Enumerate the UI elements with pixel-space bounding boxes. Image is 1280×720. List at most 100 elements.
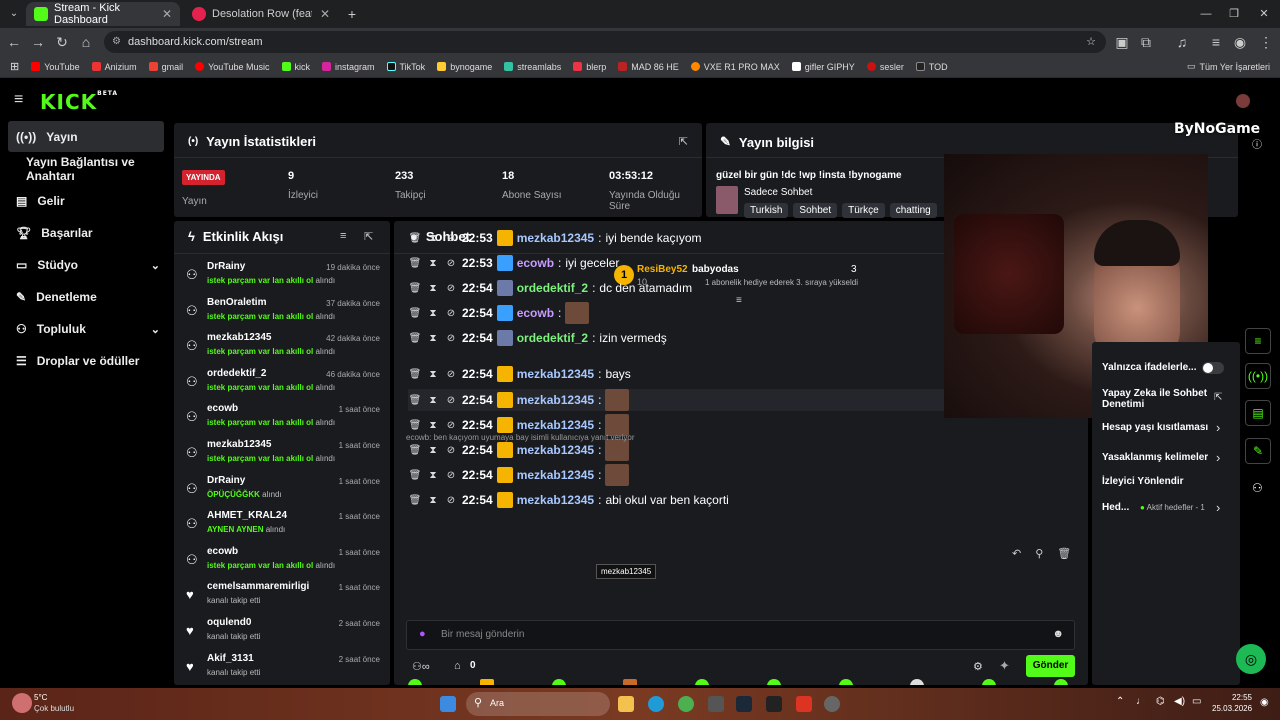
bookmark-bynogame[interactable]: bynogame bbox=[437, 62, 492, 72]
media-icon[interactable]: ♫ bbox=[1172, 32, 1192, 52]
tab-youtube-music[interactable]: Desolation Row (feat. Les D ✕ bbox=[184, 2, 338, 26]
chat-message[interactable]: 🗑︎ ⧗ ⊘ 22:54 mezkab12345: bbox=[408, 439, 1088, 461]
delete-message-icon[interactable]: 🗑︎ bbox=[408, 283, 422, 294]
tab-search-icon[interactable]: ⌄ bbox=[4, 4, 24, 24]
activity-item[interactable]: ♥ Akif_3131 kanalı takip etti 2 saat önce bbox=[174, 651, 390, 685]
emote-icon[interactable] bbox=[551, 679, 566, 685]
trash-icon[interactable]: 🗑︎ bbox=[1057, 547, 1071, 560]
timeout-icon[interactable]: ⧗ bbox=[426, 233, 440, 244]
bookmark-blerp[interactable]: blerp bbox=[573, 62, 606, 72]
layout-rail-button[interactable]: ▤ bbox=[1245, 400, 1271, 426]
emote-icon[interactable] bbox=[479, 679, 494, 685]
activity-item[interactable]: ⚇ ordedektif_2 istek parçam var lan akıllı… bbox=[174, 366, 390, 402]
nav-gelir[interactable]: ▤ Gelir bbox=[8, 186, 164, 216]
message-username[interactable]: ecowb bbox=[517, 256, 554, 270]
bookmark-gmail[interactable]: gmail bbox=[148, 62, 183, 72]
bookmark-anizium[interactable]: Anizium bbox=[91, 62, 137, 72]
close-window-icon[interactable]: ✕ bbox=[1254, 4, 1274, 24]
activity-item[interactable]: ⚇ BenOraletim istek parçam var lan akıllı … bbox=[174, 295, 390, 331]
message-username[interactable]: mezkab12345 bbox=[517, 418, 594, 432]
ban-icon[interactable]: ⊘ bbox=[444, 420, 458, 431]
message-username[interactable]: mezkab12345 bbox=[517, 493, 594, 507]
broadcast-rail-button[interactable]: ((•)) bbox=[1245, 363, 1271, 389]
delete-message-icon[interactable]: 🗑︎ bbox=[408, 395, 422, 406]
chat-message[interactable]: 🗑︎ ⧗ ⊘ 22:54 mezkab12345: abi okul var ben ka… bbox=[408, 489, 1088, 511]
timeout-icon[interactable]: ⧗ bbox=[426, 308, 440, 319]
emote-icon[interactable] bbox=[982, 679, 997, 685]
ban-icon[interactable]: ⊘ bbox=[444, 395, 458, 406]
message-username[interactable]: mezkab12345 bbox=[517, 231, 594, 245]
activity-item[interactable]: ⚇ ecowb istek parçam var lan akıllı ol alı… bbox=[174, 401, 390, 437]
microphone-icon[interactable]: ● bbox=[419, 628, 426, 640]
bookmark-youtube-music[interactable]: YouTube Music bbox=[195, 62, 270, 72]
minimize-icon[interactable]: — bbox=[1196, 4, 1216, 24]
expand-icon[interactable]: ⇱ bbox=[364, 230, 373, 243]
chat-input[interactable]: ● Bir mesaj gönderin ☻ bbox=[406, 620, 1075, 650]
maximize-icon[interactable]: ❐ bbox=[1224, 4, 1244, 24]
tag[interactable]: Türkçe bbox=[842, 203, 885, 218]
site-info-icon[interactable]: ⚙ bbox=[112, 31, 121, 53]
address-input[interactable]: ⚙ dashboard.kick.com/stream ☆ bbox=[104, 31, 1106, 53]
timeout-icon[interactable]: ⧗ bbox=[426, 420, 440, 431]
delete-message-icon[interactable]: 🗑︎ bbox=[408, 233, 422, 244]
delete-message-icon[interactable]: 🗑︎ bbox=[408, 445, 422, 456]
bookmark-streamlabs[interactable]: streamlabs bbox=[504, 62, 561, 72]
back-icon[interactable]: ← bbox=[4, 32, 24, 52]
reply-icon[interactable]: ↶ bbox=[1012, 547, 1021, 560]
emote-only-toggle[interactable] bbox=[1202, 362, 1224, 374]
store-icon[interactable]: ⌂ bbox=[454, 660, 461, 672]
nav-topluluk[interactable]: ⚇ Topluluk ⌄ bbox=[8, 314, 164, 344]
activity-item[interactable]: ⚇ mezkab12345 istek parçam var lan akıllı … bbox=[174, 437, 390, 473]
menu-icon[interactable]: ⋮ bbox=[1256, 32, 1276, 52]
timeout-icon[interactable]: ⧗ bbox=[426, 445, 440, 456]
activity-item[interactable]: ♥ cemelsammaremirligi kanalı takip etti 1 … bbox=[174, 579, 390, 615]
activity-item[interactable]: ⚇ ecowb istek parçam var lan akıllı ol alı… bbox=[174, 544, 390, 580]
volume-icon[interactable]: ◀) bbox=[1174, 696, 1185, 707]
expand-icon[interactable]: ⇱ bbox=[679, 135, 688, 148]
send-button[interactable]: Gönder bbox=[1026, 655, 1075, 677]
activity-item[interactable]: ♥ oqulend0 kanalı takip etti 2 saat önce bbox=[174, 615, 390, 651]
ban-icon[interactable]: ⊘ bbox=[444, 258, 458, 269]
message-username[interactable]: mezkab12345 bbox=[517, 443, 594, 457]
chat-settings-icon[interactable]: ⚙ bbox=[973, 660, 983, 673]
home-icon[interactable]: ⌂ bbox=[76, 32, 96, 52]
ban-icon[interactable]: ⊘ bbox=[444, 495, 458, 506]
community-rail-icon[interactable]: ⚇ bbox=[1252, 481, 1263, 495]
tab-kick-dashboard[interactable]: Stream - Kick Dashboard ✕ bbox=[26, 2, 180, 26]
delete-message-icon[interactable]: 🗑︎ bbox=[408, 420, 422, 431]
delete-message-icon[interactable]: 🗑︎ bbox=[408, 470, 422, 481]
nav-stream-key[interactable]: Yayın Bağlantısı ve Anahtarı bbox=[18, 154, 178, 184]
community-icon[interactable]: ⚇∞ bbox=[412, 660, 430, 673]
profile-avatar-icon[interactable]: ◉ bbox=[1230, 32, 1250, 52]
hamburger-menu-icon[interactable]: ≡ bbox=[14, 92, 28, 108]
wrench-rail-button[interactable]: ✎ bbox=[1245, 438, 1271, 464]
bookmark-sesler[interactable]: sesler bbox=[866, 62, 904, 72]
timeout-icon[interactable]: ⧗ bbox=[426, 470, 440, 481]
emote-icon[interactable] bbox=[1053, 679, 1068, 685]
ban-icon[interactable]: ⊘ bbox=[444, 283, 458, 294]
bookmark-giphy[interactable]: gifler GIPHY bbox=[791, 62, 855, 72]
all-bookmarks[interactable]: ▭ Tüm Yer İşaretleri bbox=[1187, 61, 1270, 72]
message-username[interactable]: ordedektif_2 bbox=[517, 281, 588, 295]
ban-icon[interactable]: ⊘ bbox=[444, 369, 458, 380]
setting-banned-words[interactable]: Yasaklanmış kelimeler bbox=[1102, 452, 1208, 463]
notification-icon[interactable]: ◉ bbox=[1260, 697, 1269, 708]
epic-games-icon[interactable] bbox=[766, 696, 782, 712]
bookmark-tod[interactable]: TOD bbox=[915, 62, 948, 72]
taskbar-search[interactable]: ⚲ Ara bbox=[466, 692, 610, 716]
setting-emote-only[interactable]: Yalnızca ifadelerle... bbox=[1102, 362, 1197, 373]
emote-icon[interactable] bbox=[695, 679, 710, 685]
message-username[interactable]: mezkab12345 bbox=[517, 468, 594, 482]
forward-icon[interactable]: → bbox=[28, 32, 48, 52]
setting-ai-moderation[interactable]: Yapay Zeka ile Sohbet Denetimi bbox=[1102, 388, 1212, 410]
close-tab-icon[interactable]: ✕ bbox=[162, 7, 172, 21]
message-username[interactable]: ecowb bbox=[517, 306, 554, 320]
microphone-icon[interactable]: ♩ bbox=[1136, 696, 1146, 707]
battery-icon[interactable]: ▭ bbox=[1192, 696, 1201, 707]
nav-yayin[interactable]: ((•)) Yayın bbox=[8, 121, 164, 152]
activity-item[interactable]: ⚇ mezkab12345 istek parçam var lan akıllı … bbox=[174, 330, 390, 366]
rail-button-1[interactable]: ≡ bbox=[1245, 328, 1271, 354]
nav-studyo[interactable]: ▭ Stüdyo ⌄ bbox=[8, 250, 164, 280]
new-tab-icon[interactable]: + bbox=[342, 4, 362, 24]
activity-item[interactable]: ⚇ DrRainy ÖPÜÇÜĞĞKK alındı 1 saat önce bbox=[174, 473, 390, 509]
